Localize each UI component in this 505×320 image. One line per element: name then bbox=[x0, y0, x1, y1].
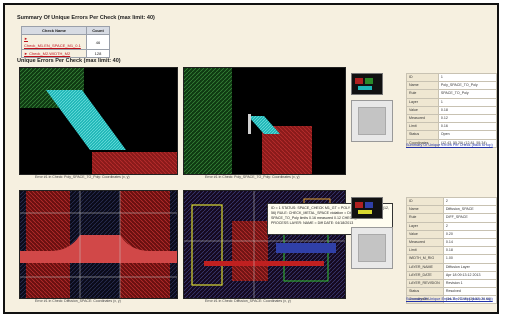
detail-key: Status bbox=[406, 130, 439, 140]
preview-box bbox=[351, 100, 393, 142]
detail-value: 0.18 bbox=[442, 246, 497, 256]
thumbnail-image bbox=[355, 202, 373, 214]
detail-row: Limit 0.18 bbox=[406, 246, 497, 256]
detail-key: Name bbox=[406, 81, 439, 91]
preview-frame bbox=[358, 234, 386, 262]
detail-row: Value 0.18 bbox=[406, 105, 497, 115]
detail-key: Rule bbox=[406, 89, 439, 99]
preview-box bbox=[351, 227, 393, 269]
column-header-check-name: Check Name bbox=[21, 26, 87, 35]
screenshot-caption: Error #1 in Check: Diffusion_SPACE: Coor… bbox=[205, 299, 291, 303]
detail-row: Rule SPACE_TO_Poly bbox=[406, 89, 497, 99]
detail-key: Measured bbox=[406, 113, 439, 124]
check-count: 128 bbox=[86, 49, 110, 58]
detail-value: 0.14 bbox=[442, 237, 497, 248]
detail-value: 2 bbox=[442, 221, 497, 231]
preview-frame bbox=[358, 107, 386, 135]
detail-value: 2 bbox=[442, 196, 497, 207]
detail-key: LAYER_REVISION bbox=[406, 278, 444, 289]
error-details-table: ID 2 Name Diffusion_SPACE Rule DIFF_SPACE L… bbox=[406, 196, 497, 305]
detail-value: Poly_SPACE_TO_Poly bbox=[437, 81, 497, 91]
detail-key: Value bbox=[406, 229, 444, 239]
detail-row: Name Poly_SPACE_TO_Poly bbox=[406, 81, 497, 91]
layout-image bbox=[20, 68, 177, 174]
detail-key: Status bbox=[406, 287, 444, 297]
detail-row: Name Diffusion_SPACE bbox=[406, 205, 497, 215]
detail-value: 0.18 bbox=[437, 105, 497, 115]
detail-value: Apr 18 09:13:12 2013 bbox=[442, 270, 497, 280]
detail-row: Limit 0.16 bbox=[406, 122, 497, 132]
error-screenshot[interactable] bbox=[183, 67, 346, 175]
detail-value: SPACE_TO_Poly bbox=[437, 89, 497, 99]
table-row: ► Check_M2.WIDTH_M2 128 bbox=[21, 49, 110, 58]
detail-row: ID 2 bbox=[406, 196, 497, 207]
detail-key: Rule bbox=[406, 213, 444, 223]
error-screenshot[interactable] bbox=[19, 67, 178, 175]
table-row: ► Check_M1.EN_SPACE_M1_0.1 46 bbox=[21, 34, 110, 50]
summary-table: Check Name Count ► Check_M1.EN_SPACE_M1_… bbox=[21, 26, 110, 58]
detail-value: 1.00 bbox=[442, 254, 497, 264]
report-frame: Summary Of Unique Errors Per Check (max … bbox=[3, 3, 499, 314]
detail-row: Value 0.20 bbox=[406, 229, 497, 239]
summary-header-row: Check Name Count bbox=[21, 26, 110, 35]
detail-key: ID bbox=[406, 72, 439, 83]
column-header-count: Count bbox=[86, 26, 110, 35]
layout-image bbox=[184, 68, 345, 174]
detail-key: WIDTH_M_RIG bbox=[406, 254, 444, 264]
layout-image bbox=[20, 191, 177, 298]
detail-key: ID bbox=[406, 196, 444, 207]
error-screenshot[interactable] bbox=[19, 190, 178, 299]
detail-row: LAYER_DATE Apr 18 09:13:12 2013 bbox=[406, 270, 497, 280]
detail-key: Name bbox=[406, 205, 444, 215]
detail-row: Rule DIFF_SPACE bbox=[406, 213, 497, 223]
thumbnail-image bbox=[355, 78, 373, 90]
check-link[interactable]: ► Check_M2.WIDTH_M2 bbox=[21, 49, 87, 58]
detail-row: WIDTH_M_RIG 1.00 bbox=[406, 254, 497, 264]
detail-key: LAYER_DATE bbox=[406, 270, 444, 280]
section-title: Unique Errors Per Check (max limit: 40) bbox=[17, 58, 121, 64]
detail-key: Limit bbox=[406, 246, 444, 256]
detail-value: Revision 1 bbox=[442, 278, 497, 289]
detail-key: Layer bbox=[406, 221, 444, 231]
detail-row: ID 1 bbox=[406, 72, 497, 83]
detail-key: Layer bbox=[406, 97, 439, 107]
detail-value: 1 bbox=[437, 72, 497, 83]
screenshot-caption: Error #1 in Check: Poly_SPACE_TO_Poly: C… bbox=[35, 175, 130, 179]
detail-value: Open bbox=[437, 130, 497, 140]
detail-value: Resolved bbox=[442, 287, 497, 297]
detail-row: LAYER_REVISION Revision 1 bbox=[406, 278, 497, 289]
detail-key: LAYER_NAME bbox=[406, 262, 444, 272]
detail-value: 0.16 bbox=[437, 122, 497, 132]
detail-value: 1 bbox=[437, 97, 497, 107]
detail-row: LAYER_NAME Diffusion Layer bbox=[406, 262, 497, 272]
screenshot-caption: Error #1 in Check: Poly_SPACE_TO_Poly: C… bbox=[205, 175, 300, 179]
back-to-top-link[interactable]: Summary Of Unique Errors Per Check (back… bbox=[406, 143, 493, 147]
detail-key: Measured bbox=[406, 237, 444, 248]
layer-thumbnail[interactable] bbox=[351, 73, 383, 95]
error-details-table: ID 1 Name Poly_SPACE_TO_Poly Rule SPACE_TO_… bbox=[406, 72, 497, 148]
detail-value: 0.12 bbox=[437, 113, 497, 124]
detail-row: Measured 0.12 bbox=[406, 113, 497, 124]
summary-title: Summary Of Unique Errors Per Check (max … bbox=[17, 15, 155, 21]
detail-row: Status Resolved bbox=[406, 287, 497, 297]
detail-value: 0.20 bbox=[442, 229, 497, 239]
detail-row: Status Open bbox=[406, 130, 497, 140]
detail-row: Measured 0.14 bbox=[406, 237, 497, 248]
check-link[interactable]: ► Check_M1.EN_SPACE_M1_0.1 bbox=[21, 34, 87, 50]
screenshot-caption: Error #1 in Check: Diffusion_SPACE: Coor… bbox=[35, 299, 121, 303]
detail-key: Value bbox=[406, 105, 439, 115]
detail-row: Layer 1 bbox=[406, 97, 497, 107]
detail-value: Diffusion Layer bbox=[442, 262, 497, 272]
detail-value: DIFF_SPACE bbox=[442, 213, 497, 223]
layer-thumbnail[interactable] bbox=[351, 197, 383, 219]
check-count: 46 bbox=[86, 34, 110, 50]
detail-key: Limit bbox=[406, 122, 439, 132]
detail-value: Diffusion_SPACE bbox=[442, 205, 497, 215]
back-to-top-link[interactable]: Summary Of Unique Errors Per Check (back… bbox=[406, 297, 493, 301]
detail-row: Layer 2 bbox=[406, 221, 497, 231]
